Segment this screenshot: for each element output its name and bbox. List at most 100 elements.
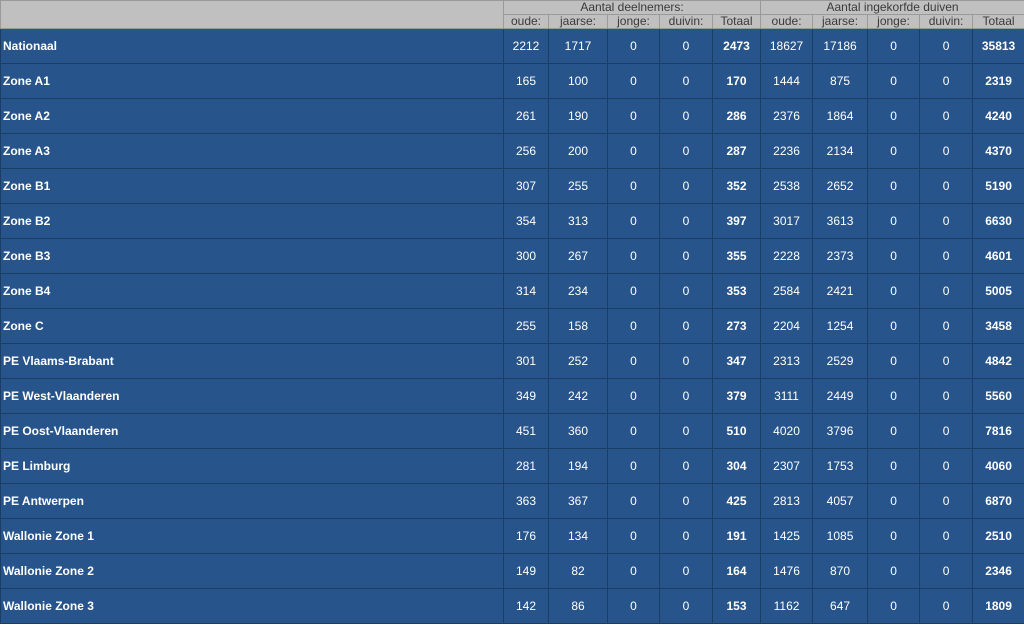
- cell-participants-totaal: 397: [711, 203, 762, 239]
- cell-pigeons-oude: 2236: [760, 133, 814, 169]
- row-zone-name: Zone C: [0, 308, 504, 344]
- cell-pigeons-jaarse: 2449: [812, 378, 869, 414]
- cell-participants-duivin: 0: [659, 308, 713, 344]
- cell-pigeons-totaal: 4370: [972, 133, 1024, 169]
- cell-pigeons-totaal: 2319: [972, 63, 1024, 99]
- cell-participants-jaarse: 200: [548, 133, 608, 169]
- cell-pigeons-jaarse: 2134: [812, 133, 869, 169]
- cell-participants-jaarse: 367: [548, 483, 608, 519]
- cell-participants-duivin: 0: [659, 413, 713, 449]
- cell-participants-oude: 307: [503, 168, 549, 204]
- cell-pigeons-oude: 18627: [760, 28, 814, 64]
- cell-participants-duivin: 0: [659, 553, 713, 589]
- table-row: Zone A1 165 100 0 0 170 1444 875 0 0 2319: [0, 63, 1024, 99]
- cell-pigeons-jonge: 0: [867, 63, 921, 99]
- cell-pigeons-oude: 1476: [760, 553, 814, 589]
- cell-participants-duivin: 0: [659, 238, 713, 274]
- table-row: Zone A2 261 190 0 0 286 2376 1864 0 0 4240: [0, 98, 1024, 134]
- cell-participants-jaarse: 194: [548, 448, 608, 484]
- cell-pigeons-totaal: 6630: [972, 203, 1024, 239]
- cell-pigeons-totaal: 7816: [972, 413, 1024, 449]
- cell-participants-jonge: 0: [607, 308, 660, 344]
- table-row: Zone B1 307 255 0 0 352 2538 2652 0 0 5190: [0, 168, 1024, 204]
- cell-pigeons-oude: 3017: [760, 203, 814, 239]
- cell-pigeons-jaarse: 1085: [812, 518, 869, 554]
- cell-pigeons-jonge: 0: [867, 518, 921, 554]
- table-row: Zone C 255 158 0 0 273 2204 1254 0 0 3458: [0, 308, 1024, 344]
- row-zone-name: Zone B2: [0, 203, 504, 239]
- cell-participants-jaarse: 313: [548, 203, 608, 239]
- cell-pigeons-oude: 1444: [760, 63, 814, 99]
- cell-participants-totaal: 304: [711, 448, 762, 484]
- cell-participants-jaarse: 234: [548, 273, 608, 309]
- cell-pigeons-jaarse: 2421: [812, 273, 869, 309]
- table-row: PE West-Vlaanderen 349 242 0 0 379 3111 2449 0 0 5…: [0, 378, 1024, 414]
- header-blank-cell: [0, 0, 504, 29]
- cell-pigeons-jaarse: 3613: [812, 203, 869, 239]
- cell-pigeons-jonge: 0: [867, 343, 921, 379]
- cell-participants-duivin: 0: [659, 448, 713, 484]
- cell-participants-totaal: 170: [711, 63, 762, 99]
- cell-participants-jaarse: 86: [548, 588, 608, 624]
- cell-participants-duivin: 0: [659, 518, 713, 554]
- cell-participants-jonge: 0: [607, 133, 660, 169]
- header-pigeons-oude: oude:: [760, 14, 814, 29]
- table-row: Nationaal 2212 1717 0 0 2473 18627 17186 0 0 35813: [0, 28, 1024, 64]
- row-zone-name: Zone A3: [0, 133, 504, 169]
- cell-participants-oude: 261: [503, 98, 549, 134]
- cell-pigeons-duivin: 0: [919, 98, 974, 134]
- row-zone-name: Wallonie Zone 3: [0, 588, 504, 624]
- cell-participants-totaal: 191: [711, 518, 762, 554]
- cell-participants-oude: 300: [503, 238, 549, 274]
- cell-pigeons-totaal: 4240: [972, 98, 1024, 134]
- cell-participants-duivin: 0: [659, 133, 713, 169]
- cell-participants-oude: 363: [503, 483, 549, 519]
- cell-participants-jaarse: 100: [548, 63, 608, 99]
- cell-pigeons-oude: 2813: [760, 483, 814, 519]
- cell-participants-jaarse: 158: [548, 308, 608, 344]
- results-table: Aantal deelnemers: Aantal ingekorfde dui…: [0, 0, 1024, 624]
- row-zone-name: Zone A1: [0, 63, 504, 99]
- cell-participants-jonge: 0: [607, 588, 660, 624]
- header-group-row: Aantal deelnemers: Aantal ingekorfde dui…: [0, 0, 1024, 29]
- cell-participants-totaal: 273: [711, 308, 762, 344]
- cell-participants-totaal: 355: [711, 238, 762, 274]
- cell-pigeons-duivin: 0: [919, 273, 974, 309]
- row-zone-name: PE Vlaams-Brabant: [0, 343, 504, 379]
- cell-pigeons-jaarse: 1753: [812, 448, 869, 484]
- cell-pigeons-jaarse: 17186: [812, 28, 869, 64]
- cell-pigeons-totaal: 4060: [972, 448, 1024, 484]
- cell-pigeons-jaarse: 1254: [812, 308, 869, 344]
- cell-pigeons-jonge: 0: [867, 28, 921, 64]
- cell-participants-jonge: 0: [607, 98, 660, 134]
- cell-pigeons-oude: 2313: [760, 343, 814, 379]
- cell-pigeons-totaal: 5560: [972, 378, 1024, 414]
- header-participants-totaal: Totaal: [711, 14, 762, 29]
- cell-participants-jonge: 0: [607, 413, 660, 449]
- cell-participants-oude: 314: [503, 273, 549, 309]
- cell-pigeons-duivin: 0: [919, 168, 974, 204]
- cell-pigeons-duivin: 0: [919, 238, 974, 274]
- cell-participants-jonge: 0: [607, 203, 660, 239]
- cell-participants-jonge: 0: [607, 28, 660, 64]
- cell-pigeons-duivin: 0: [919, 343, 974, 379]
- cell-participants-oude: 2212: [503, 28, 549, 64]
- cell-participants-jonge: 0: [607, 448, 660, 484]
- cell-pigeons-totaal: 4842: [972, 343, 1024, 379]
- cell-pigeons-jonge: 0: [867, 168, 921, 204]
- cell-pigeons-totaal: 35813: [972, 28, 1024, 64]
- cell-pigeons-totaal: 5005: [972, 273, 1024, 309]
- header-participants-jaarse: jaarse:: [548, 14, 608, 29]
- cell-participants-totaal: 379: [711, 378, 762, 414]
- cell-participants-totaal: 352: [711, 168, 762, 204]
- cell-pigeons-jonge: 0: [867, 133, 921, 169]
- cell-pigeons-duivin: 0: [919, 518, 974, 554]
- cell-participants-totaal: 153: [711, 588, 762, 624]
- cell-pigeons-totaal: 1809: [972, 588, 1024, 624]
- cell-participants-jaarse: 1717: [548, 28, 608, 64]
- cell-pigeons-duivin: 0: [919, 483, 974, 519]
- table-row: Zone A3 256 200 0 0 287 2236 2134 0 0 4370: [0, 133, 1024, 169]
- row-zone-name: PE Antwerpen: [0, 483, 504, 519]
- cell-pigeons-duivin: 0: [919, 28, 974, 64]
- cell-pigeons-totaal: 2510: [972, 518, 1024, 554]
